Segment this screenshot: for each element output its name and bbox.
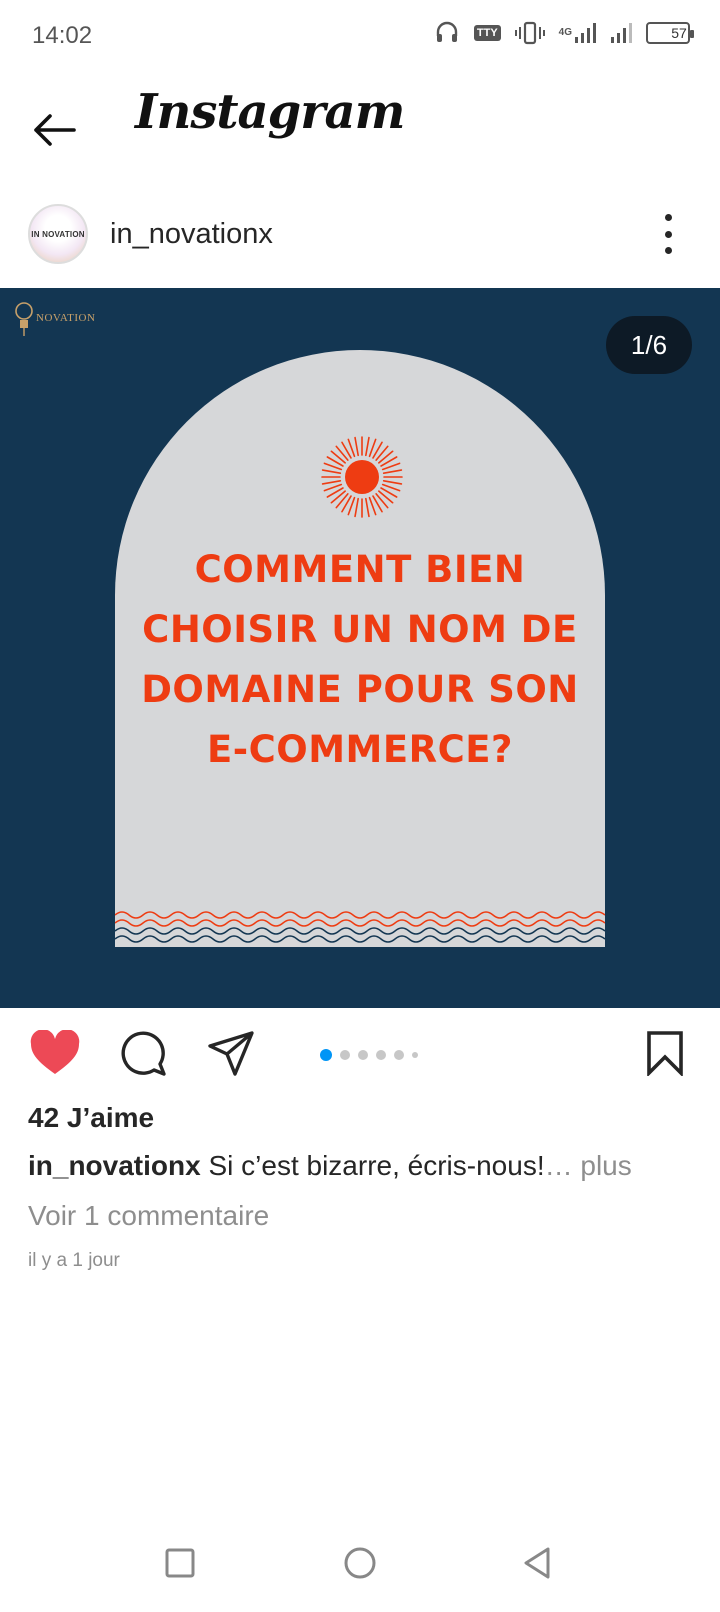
share-button[interactable] [204, 1026, 258, 1080]
comment-button[interactable] [116, 1026, 170, 1080]
lightbulb-icon [15, 302, 33, 336]
like-button[interactable] [28, 1026, 82, 1080]
sun-ray [354, 497, 359, 518]
slide-counter: 1/6 [606, 316, 692, 374]
carousel-indicator [320, 1049, 418, 1061]
vibrate-icon [514, 21, 545, 45]
sun-ray [382, 480, 403, 485]
carousel-dot [358, 1050, 368, 1060]
signal-4g-icon: 4G [559, 22, 596, 44]
system-navbar [0, 1530, 720, 1600]
app-header: Instagram [0, 80, 720, 176]
recents-button[interactable] [155, 1538, 205, 1588]
sun-ray [365, 497, 370, 518]
status-icons: TTY 4G 57 [434, 20, 694, 46]
signal-icon [610, 22, 632, 44]
headline-line: CHOISIR UN NOM DE [142, 608, 578, 651]
brand-watermark: NOVATION [14, 300, 95, 336]
avatar[interactable]: IN NOVATION [28, 204, 88, 264]
headline-line: DOMAINE POUR SON [141, 668, 579, 711]
more-dot [664, 247, 672, 254]
recents-icon [165, 1548, 195, 1578]
view-comments-link[interactable]: Voir 1 commentaire [28, 1200, 269, 1232]
post-username[interactable]: in_novationx [110, 218, 273, 251]
brand-mark-text: NOVATION [36, 312, 96, 324]
sun-ray [365, 436, 370, 457]
carousel-dot [412, 1052, 418, 1058]
caption-more-link[interactable]: … plus [545, 1150, 632, 1181]
headline-line: E-COMMERCE? [206, 728, 514, 771]
bookmark-icon [647, 1031, 683, 1076]
comment-icon [121, 1031, 166, 1076]
post-actions [0, 1020, 720, 1090]
more-options-button[interactable] [656, 214, 680, 254]
back-button[interactable] [26, 102, 82, 158]
paper-plane-icon [208, 1031, 254, 1076]
carousel-dot [320, 1049, 332, 1061]
headset-icon [434, 20, 460, 46]
carousel-dot [340, 1050, 350, 1060]
more-dot [664, 214, 672, 221]
more-dot [664, 230, 672, 238]
carousel-dot [376, 1050, 386, 1060]
home-icon [344, 1547, 376, 1579]
slide-headline: COMMENT BIEN CHOISIR UN NOM DE DOMAINE P… [115, 540, 605, 780]
carousel-dot [394, 1050, 404, 1060]
status-time: 14:02 [32, 22, 93, 49]
slide-arch: COMMENT BIEN CHOISIR UN NOM DE DOMAINE P… [115, 350, 605, 947]
post-caption: in_novationx Si c’est bizarre, écris-nou… [28, 1150, 698, 1182]
avatar-logo-text: IN NOVATION [31, 229, 85, 239]
battery-icon: 57 [646, 22, 694, 44]
nav-back-button[interactable] [512, 1538, 562, 1588]
battery-level: 57 [671, 25, 687, 41]
sun-ray [321, 480, 342, 485]
likes-count[interactable]: 42 J’aime [28, 1102, 154, 1134]
headline-line: COMMENT BIEN [194, 548, 526, 591]
post-header: IN NOVATION in_novationx [0, 196, 720, 276]
sun-ray [382, 469, 403, 474]
save-button[interactable] [638, 1026, 692, 1080]
network-label: 4G [558, 27, 572, 38]
sun-ray [354, 436, 359, 457]
sun-ray [321, 469, 342, 474]
heart-icon [30, 1030, 80, 1074]
arrow-left-icon [34, 114, 76, 146]
home-button[interactable] [335, 1538, 385, 1588]
post-timestamp: il y a 1 jour [28, 1250, 120, 1271]
caption-username[interactable]: in_novationx [28, 1150, 201, 1181]
tty-icon: TTY [473, 25, 501, 41]
status-bar: 14:02 TTY 4G 57 [0, 0, 720, 72]
back-icon [524, 1547, 550, 1579]
wave-decoration [115, 911, 605, 943]
caption-text: Si c’est bizarre, écris-nous! [200, 1150, 545, 1181]
app-title: Instagram [135, 84, 405, 140]
post-image[interactable]: NOVATION 1/6 COMMENT BIEN CHOISIR UN NOM… [0, 288, 720, 1008]
sun-icon [321, 436, 403, 518]
